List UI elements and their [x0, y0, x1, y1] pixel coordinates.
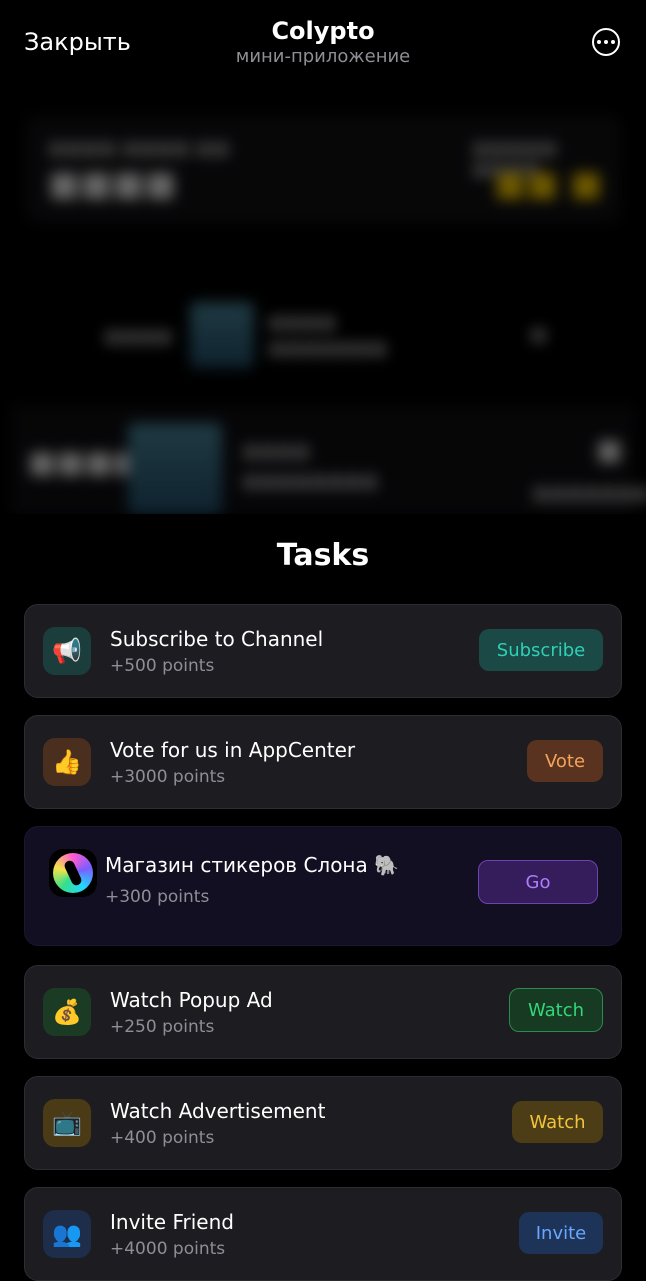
task-card-popup-ad: 💰 Watch Popup Ad +250 points Watch: [24, 965, 622, 1059]
watch-advertisement-button[interactable]: Watch: [512, 1101, 603, 1143]
task-points: +250 points: [110, 1017, 215, 1037]
task-title: Watch Advertisement: [110, 1099, 326, 1123]
blurred-background: ■■■■ ■■■■ ■■ ■■■■ ■■■■■ ■■■■ ■■ ■ ■■■■ ■…: [0, 84, 646, 514]
task-title: Vote for us in AppCenter: [110, 738, 356, 762]
tasks-heading: Tasks: [276, 538, 370, 573]
task-points: +300 points: [105, 887, 210, 907]
app-subtitle: мини-приложение: [235, 46, 411, 67]
task-title: Магазин стикеров Слона 🐘: [105, 853, 400, 877]
task-title: Subscribe to Channel: [110, 627, 324, 651]
task-points: +500 points: [110, 656, 215, 676]
task-card-invite: 👥 Invite Friend +4000 points Invite: [24, 1187, 622, 1281]
more-horizontal-icon[interactable]: [592, 28, 620, 56]
money-bag-icon: 💰: [43, 988, 91, 1036]
task-points: +4000 points: [110, 1239, 226, 1259]
task-points: +3000 points: [110, 767, 226, 787]
invite-button[interactable]: Invite: [519, 1212, 603, 1254]
sticker-store-logo: [49, 849, 97, 897]
task-card-sticker-store: Магазин стикеров Слона 🐘 +300 points Go: [24, 826, 622, 946]
television-icon: 📺: [43, 1099, 91, 1147]
app-title: Colypto: [271, 17, 375, 45]
task-points: +400 points: [110, 1128, 215, 1148]
vote-button[interactable]: Vote: [527, 740, 603, 782]
watch-popup-ad-button[interactable]: Watch: [509, 988, 603, 1032]
task-card-subscribe: 📢 Subscribe to Channel +500 points Subsc…: [24, 604, 622, 698]
top-bar: Закрыть Colypto мини-приложение: [0, 0, 646, 84]
thumbs-up-icon: 👍: [43, 738, 91, 786]
task-title: Invite Friend: [110, 1210, 234, 1234]
task-card-advertisement: 📺 Watch Advertisement +400 points Watch: [24, 1076, 622, 1170]
task-card-vote: 👍 Vote for us in AppCenter +3000 points …: [24, 715, 622, 809]
task-title: Watch Popup Ad: [110, 988, 273, 1012]
title-block: Colypto мини-приложение: [0, 16, 646, 68]
megaphone-icon: 📢: [43, 627, 91, 675]
go-button[interactable]: Go: [478, 860, 598, 904]
subscribe-button[interactable]: Subscribe: [479, 629, 603, 671]
users-icon: 👥: [43, 1210, 91, 1258]
